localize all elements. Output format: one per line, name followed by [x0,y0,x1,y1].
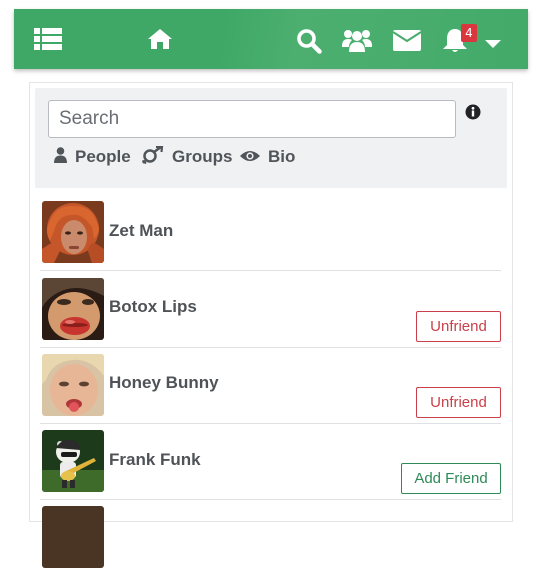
add-friend-button[interactable]: Add Friend [401,463,501,494]
list-icon[interactable] [34,27,62,51]
unfriend-button[interactable]: Unfriend [416,311,501,342]
eye-icon [240,148,260,167]
list-item: Frank Funk Add Friend [40,424,501,500]
friend-name[interactable]: Botox Lips [109,297,197,317]
avatar[interactable] [42,278,104,340]
list-item [40,500,501,568]
users-icon[interactable] [342,27,372,53]
user-icon [54,147,67,167]
info-icon[interactable] [465,104,481,120]
list-item: Honey Bunny Unfriend [40,348,501,424]
list-item: Zet Man [40,201,501,271]
filter-people-label: People [75,147,131,166]
search-input[interactable] [48,100,456,138]
avatar[interactable] [42,506,104,568]
search-icon[interactable] [296,28,322,54]
filter-bio-label: Bio [268,147,296,166]
list-item: Botox Lips Unfriend [40,271,501,348]
friend-name[interactable]: Zet Man [109,221,173,241]
envelope-icon[interactable] [393,29,421,51]
avatar[interactable] [42,354,104,416]
friend-name[interactable]: Honey Bunny [109,373,219,393]
home-icon[interactable] [147,27,173,51]
gender-icon [141,145,164,168]
filter-groups[interactable]: Groups [141,145,233,168]
unfriend-button[interactable]: Unfriend [416,387,501,418]
friend-name[interactable]: Frank Funk [109,450,201,470]
notification-badge: 4 [461,24,477,42]
filter-bio[interactable]: Bio [240,146,295,168]
caret-down-icon[interactable] [485,38,501,50]
avatar[interactable] [42,430,104,492]
avatar[interactable] [42,201,104,263]
filter-people[interactable]: People [54,146,131,168]
filter-groups-label: Groups [172,147,233,166]
